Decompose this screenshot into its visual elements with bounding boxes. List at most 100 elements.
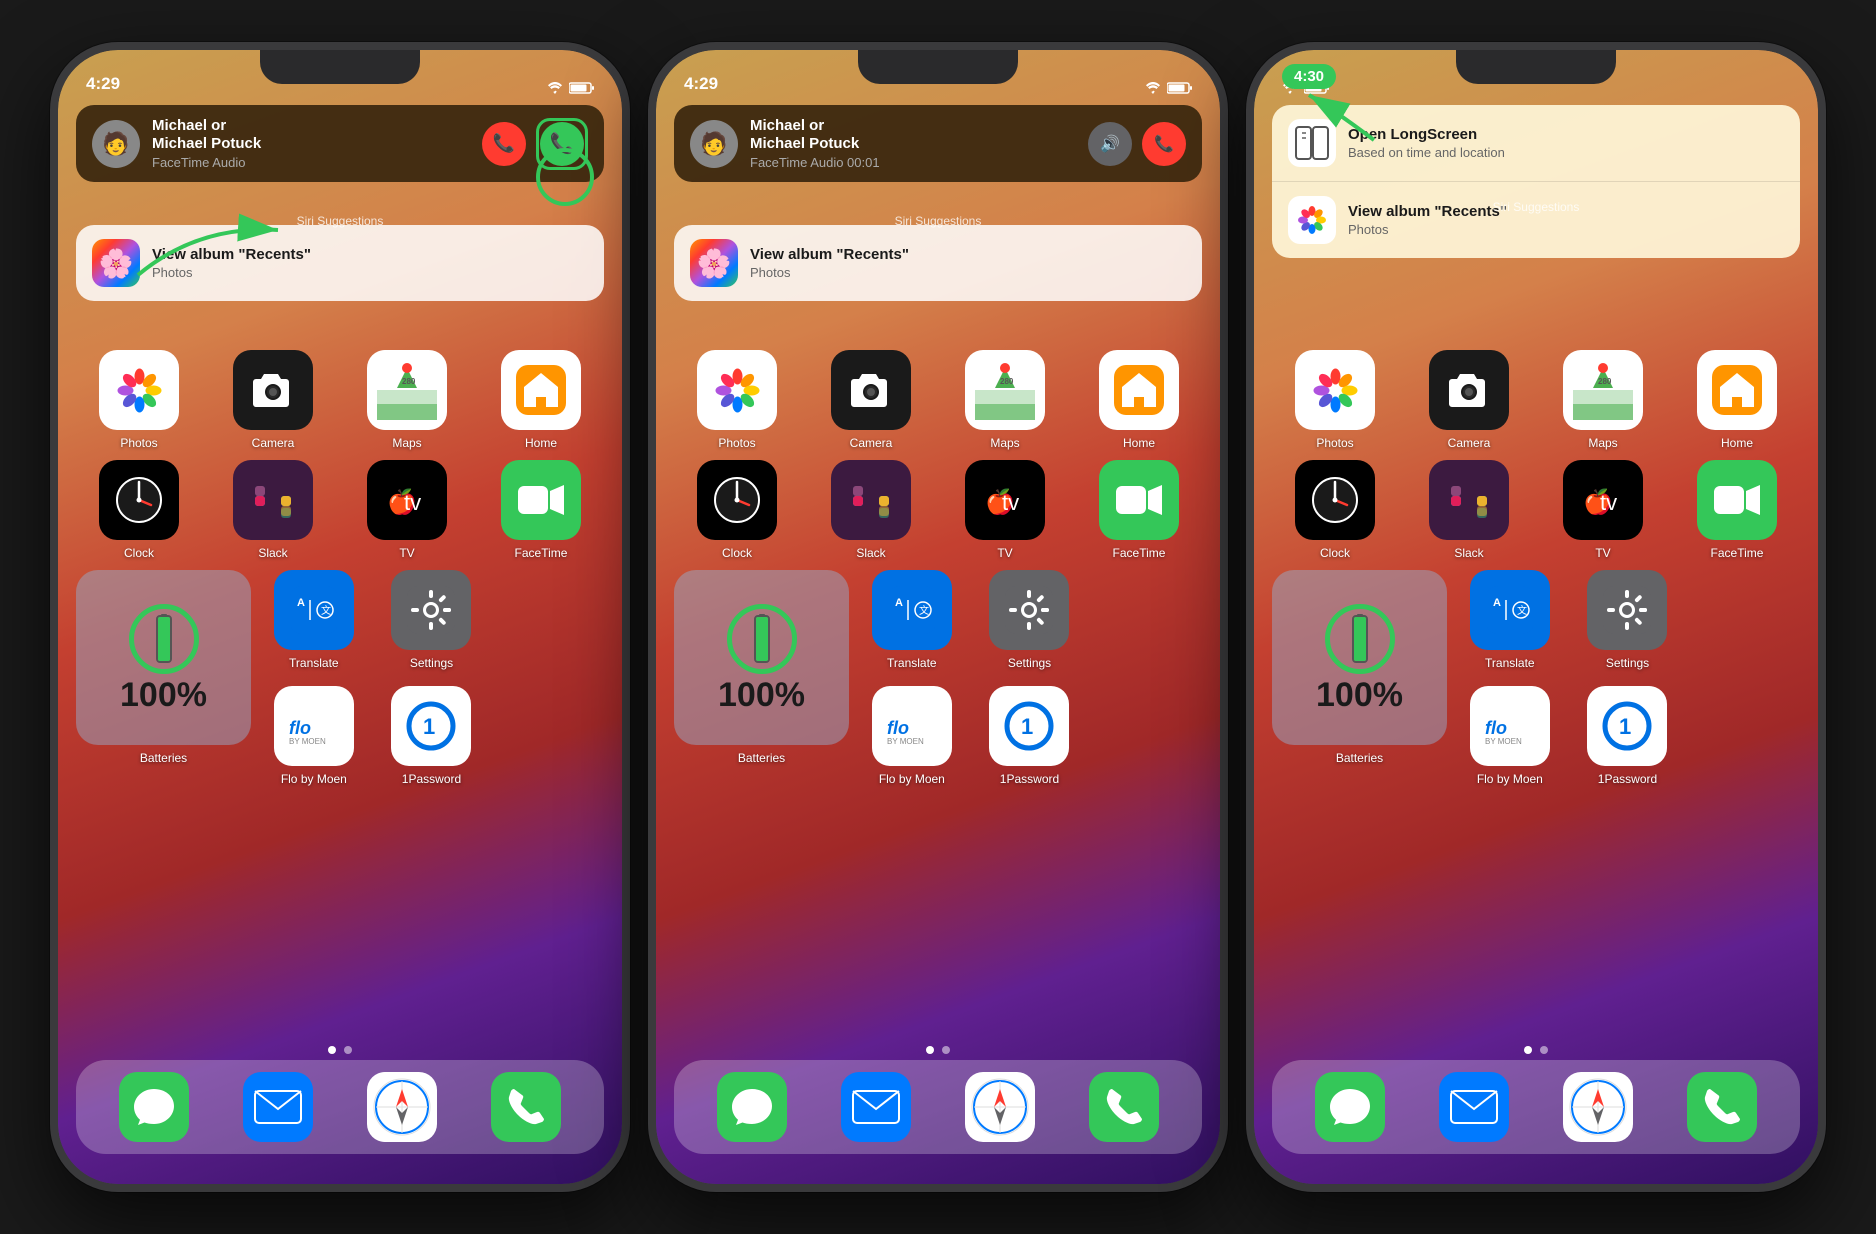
siri-suggestion[interactable]: 🌸 View album "Recents" Photos [76,225,604,301]
messages-icon [119,1072,189,1142]
app-settings-p3[interactable]: Settings [1573,570,1683,670]
app-translate-p2[interactable]: A文 Translate [857,570,967,670]
app-facetime-p2[interactable]: FaceTime [1076,460,1202,560]
svg-text:BY MOEN: BY MOEN [1485,737,1522,746]
battery-ring-p3 [1325,604,1395,674]
dock-safari-p3[interactable] [1563,1072,1633,1142]
app-label-facetime: FaceTime [515,546,568,560]
app-clock-p3[interactable]: Clock [1272,460,1398,560]
dock-safari-p2[interactable] [965,1072,1035,1142]
app-maps[interactable]: 280 Maps [344,350,470,450]
dot-1 [328,1046,336,1054]
app-photos[interactable]: Photos [76,350,202,450]
app-translate[interactable]: A 文 Translate [259,570,369,670]
app-label-flo-p3: Flo by Moen [1477,772,1543,786]
app-settings[interactable]: Settings [377,570,487,670]
messages-icon-p3 [1315,1072,1385,1142]
app-label-settings-p2: Settings [1008,656,1051,670]
call-banner-2[interactable]: 🧑 Michael orMichael Potuck FaceTime Audi… [674,105,1202,182]
decline-button[interactable]: 📞 [482,122,526,166]
app-flo-p2[interactable]: floBY MOEN Flo by Moen [857,686,967,786]
dock-p3 [1272,1060,1800,1154]
dock-safari[interactable] [367,1072,437,1142]
camera-icon-p3 [1429,350,1509,430]
call-type-2: FaceTime Audio 00:01 [750,155,1076,170]
svg-text:A: A [895,597,903,609]
slack-icon [233,460,313,540]
app-slack-p2[interactable]: Slack [808,460,934,560]
settings-icon-p3 [1587,570,1667,650]
siri-photos-subtitle: Photos [1348,222,1784,237]
1password-icon-p2: 1 [989,686,1069,766]
1password-icon: 1 [391,686,471,766]
app-flo-p3[interactable]: floBY MOEN Flo by Moen [1455,686,1565,786]
app-label-clock: Clock [124,546,154,560]
siri-item-photos[interactable]: View album "Recents" Photos [1272,182,1800,258]
flo-icon-p2: floBY MOEN [872,686,952,766]
phone-1: 4:29 🧑 Michael orMichael Potuck FaceTime… [50,42,630,1192]
app-tv-p3[interactable]: 🍎tv TV [1540,460,1666,560]
siri-longscreen-icon [1288,119,1336,167]
siri-item-longscreen[interactable]: Open LongScreen Based on time and locati… [1272,105,1800,182]
svg-text:280: 280 [1000,377,1014,386]
app-photos-p3[interactable]: Photos [1272,350,1398,450]
app-photos-p2[interactable]: Photos [674,350,800,450]
app-home[interactable]: Home [478,350,604,450]
dot-2-p2 [942,1046,950,1054]
mute-button[interactable]: 🔊 [1088,122,1132,166]
tv-icon: 🍎 tv [367,460,447,540]
decline-button-2[interactable]: 📞 [1142,122,1186,166]
dock-messages-p3[interactable] [1315,1072,1385,1142]
app-camera-p3[interactable]: Camera [1406,350,1532,450]
app-translate-p3[interactable]: A文 Translate [1455,570,1565,670]
call-banner[interactable]: 🧑 Michael orMichael Potuck FaceTime Audi… [76,105,604,182]
phone-frame-3: 4:30 [1246,42,1826,1192]
dock-phone-p3[interactable] [1687,1072,1757,1142]
camera-icon [233,350,313,430]
app-maps-p3[interactable]: 280 Maps [1540,350,1666,450]
app-camera-p2[interactable]: Camera [808,350,934,450]
dock-mail-p2[interactable] [841,1072,911,1142]
app-clock[interactable]: Clock [76,460,202,560]
dock-phone-p2[interactable] [1089,1072,1159,1142]
call-avatar-2: 🧑 [690,120,738,168]
app-label-camera-p3: Camera [1448,436,1491,450]
app-maps-p2[interactable]: 280 Maps [942,350,1068,450]
app-slack-p3[interactable]: Slack [1406,460,1532,560]
app-home-p3[interactable]: Home [1674,350,1800,450]
status-time: 4:29 [86,74,120,94]
siri-suggestion-2[interactable]: 🌸 View album "Recents" Photos [674,225,1202,301]
dock-messages[interactable] [119,1072,189,1142]
settings-icon-p2 [989,570,1069,650]
app-label-slack-p2: Slack [856,546,885,560]
app-tv-p2[interactable]: 🍎tv TV [942,460,1068,560]
app-clock-p2[interactable]: Clock [674,460,800,560]
slack-icon-p2 [831,460,911,540]
svg-text:1: 1 [1021,714,1033,739]
app-settings-p2[interactable]: Settings [975,570,1085,670]
dock-messages-p2[interactable] [717,1072,787,1142]
notch-2 [858,50,1018,84]
app-camera[interactable]: Camera [210,350,336,450]
app-facetime[interactable]: FaceTime [478,460,604,560]
app-label-slack: Slack [258,546,287,560]
dock-mail-p3[interactable] [1439,1072,1509,1142]
translate-icon-p2: A文 [872,570,952,650]
dock-mail[interactable] [243,1072,313,1142]
siri-suggestion-double[interactable]: Open LongScreen Based on time and locati… [1272,105,1800,258]
app-facetime-p3[interactable]: FaceTime [1674,460,1800,560]
svg-text:A: A [1493,597,1501,609]
app-1password[interactable]: 1 1Password [377,686,487,786]
app-1password-p2[interactable]: 1 1Password [975,686,1085,786]
dock-phone[interactable] [491,1072,561,1142]
battery-widget-p3: 100% Batteries [1272,570,1447,786]
app-label-translate-p2: Translate [887,656,937,670]
app-home-p2[interactable]: Home [1076,350,1202,450]
app-1password-p3[interactable]: 1 1Password [1573,686,1683,786]
app-label-translate: Translate [289,656,339,670]
app-label-settings-p3: Settings [1606,656,1649,670]
app-slack[interactable]: Slack [210,460,336,560]
app-label-flo-p2: Flo by Moen [879,772,945,786]
app-tv[interactable]: 🍎 tv TV [344,460,470,560]
app-flo[interactable]: flo BY MOEN Flo by Moen [259,686,369,786]
